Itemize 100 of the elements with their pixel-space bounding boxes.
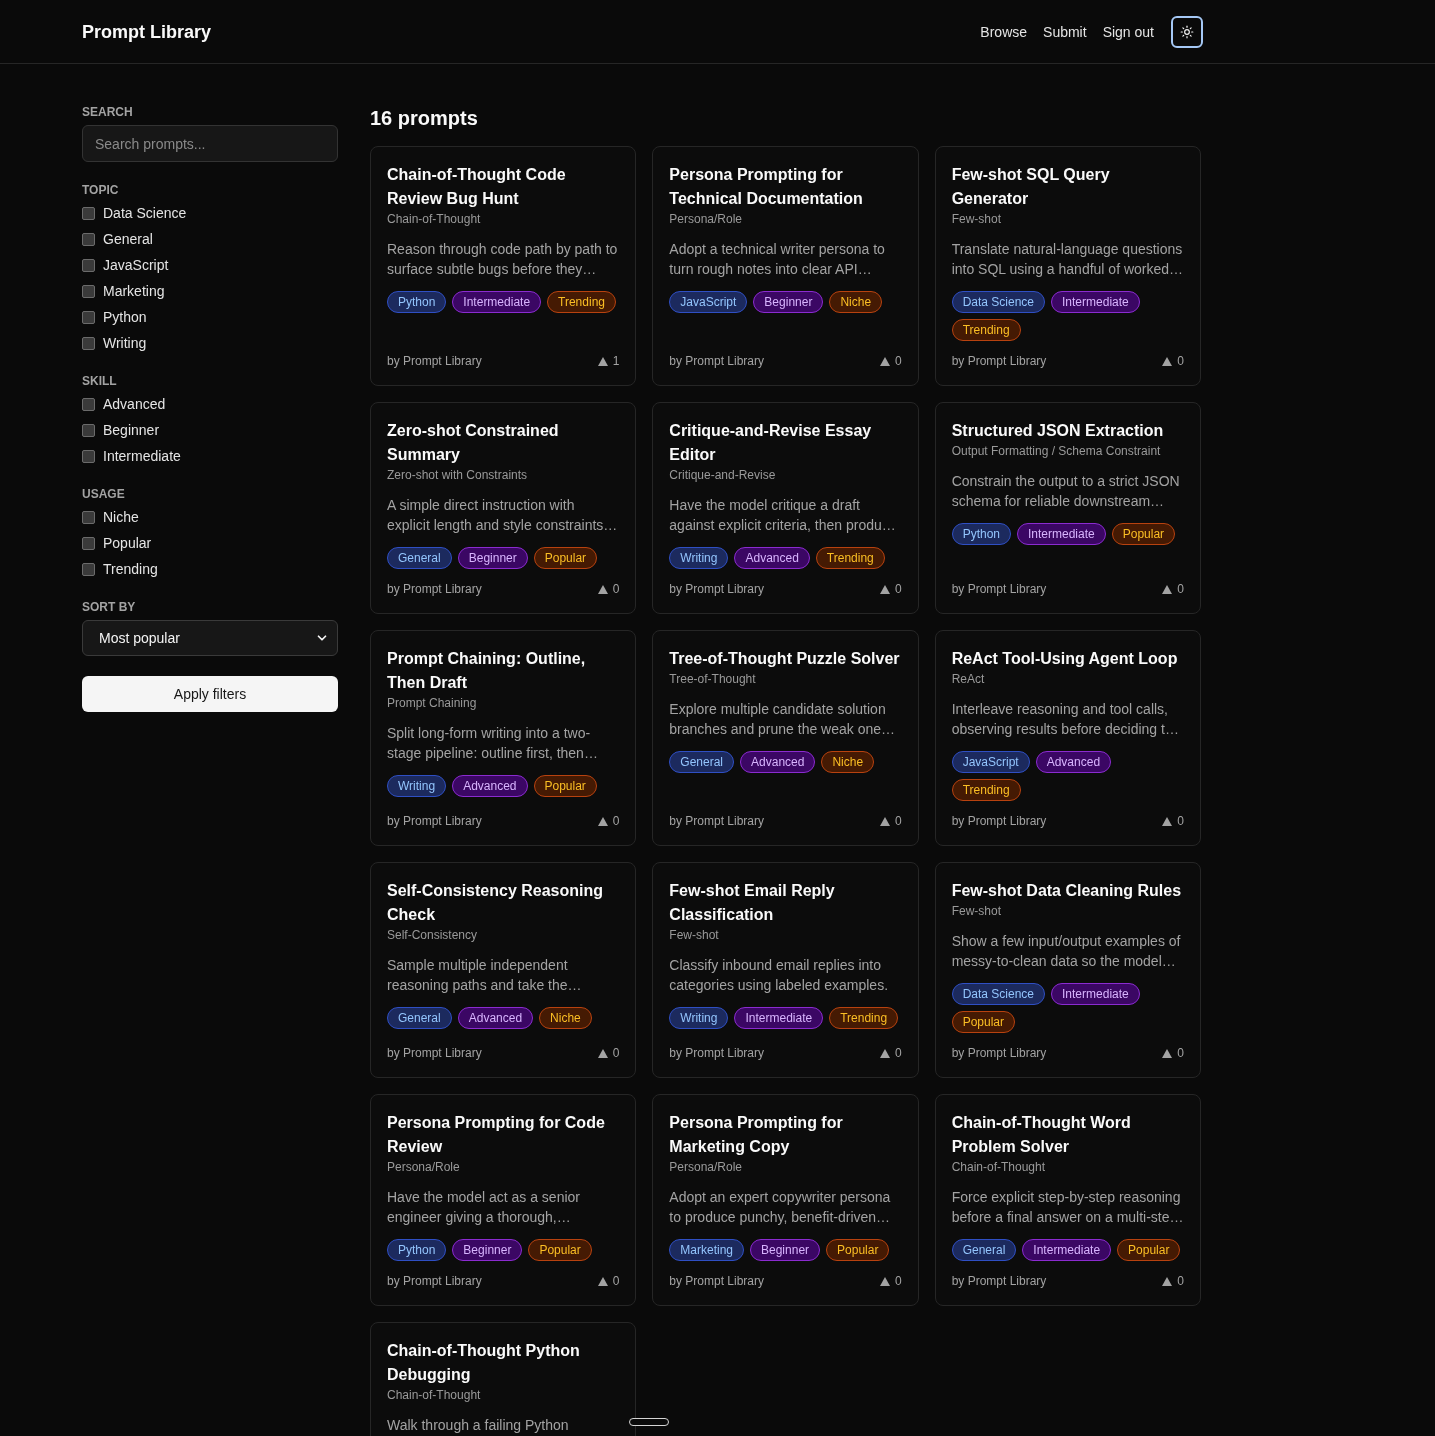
upvote-button[interactable]: 1 <box>597 353 620 369</box>
technique-label: Few-shot <box>951 211 1002 227</box>
skill-tag: Advanced <box>734 547 810 569</box>
checkbox[interactable] <box>82 536 95 550</box>
checkbox-label[interactable]: General <box>103 229 153 249</box>
topic-tag: General <box>387 547 452 569</box>
nav-link[interactable]: Browse <box>980 21 1028 42</box>
section-label: SORT BY <box>82 599 137 615</box>
section-label: USAGE <box>82 486 126 502</box>
prompt-card[interactable]: Chain-of-Thought Word Problem Solver Chain-of-Thought Force explicit step-by-step reasoning before a final answer on a multi-ste… General Intermediate Popular by Prompt Library 0 <box>934 1094 1201 1306</box>
topic-tag: Python <box>387 1239 447 1261</box>
nav-link[interactable]: Sign out <box>1102 21 1154 42</box>
sort-select[interactable]: Most popular <box>82 620 338 656</box>
checkbox-label[interactable]: Popular <box>103 533 152 553</box>
checkbox-label[interactable]: Intermediate <box>103 446 181 466</box>
triangle-up-icon <box>879 584 890 594</box>
triangle-up-icon <box>1162 816 1173 826</box>
prompt-card[interactable]: Critique-and-Revise Essay Editor Critique-and-Revise Have the model critique a draft against explicit criteria, then produ… Writing Advanced Trending by Prompt Library 0 <box>652 402 919 614</box>
prompt-title: ReAct Tool-Using Agent Loop <box>951 649 1179 669</box>
checkbox-label[interactable]: Niche <box>103 507 139 527</box>
prompt-card[interactable]: Self-Consistency Reasoning Check Self-Consistency Sample multiple independent reasoning paths and take the… General Advanced Niche by Prompt Library 0 <box>370 862 637 1078</box>
app-title[interactable]: Prompt Library <box>82 17 212 46</box>
theme-toggle-button[interactable] <box>1171 15 1203 48</box>
upvote-button[interactable]: 0 <box>879 1273 902 1289</box>
prompt-title: Chain-of-Thought Word Problem Solver <box>951 1113 1132 1157</box>
checkbox[interactable] <box>82 310 95 324</box>
prompt-card[interactable]: ReAct Tool-Using Agent Loop ReAct Interleave reasoning and tool calls, observing results before deciding t… JavaScript Advanced Trending by Prompt Library 0 <box>934 630 1201 846</box>
checkbox[interactable] <box>82 232 95 246</box>
technique-label: Self-Consistency <box>387 927 479 943</box>
usage-tag: Niche <box>821 751 875 773</box>
prompt-title: Few-shot Data Cleaning Rules <box>951 881 1183 901</box>
skill-tag: Beginner <box>457 547 528 569</box>
upvote-button[interactable]: 0 <box>1162 353 1184 369</box>
checkbox-label[interactable]: Beginner <box>103 420 160 440</box>
upvote-button[interactable]: 0 <box>1162 1273 1184 1289</box>
checkbox-label[interactable]: Data Science <box>103 203 187 223</box>
technique-label: Output Formatting / Schema Constraint <box>951 443 1162 459</box>
prompt-card[interactable]: Chain-of-Thought Python Debugging Chain-of-Thought Walk through a failing Python <box>370 1322 637 1436</box>
checkbox-label[interactable]: Writing <box>103 333 147 353</box>
checkbox[interactable] <box>82 449 95 463</box>
sun-icon <box>1180 24 1194 39</box>
prompt-card[interactable]: Few-shot Email Reply Classification Few-shot Classify inbound email replies into categories using labeled examples. Writing Intermediate Trending by Prompt Library 0 <box>652 862 919 1078</box>
prompt-title: Persona Prompting for Marketing Copy <box>669 1113 844 1157</box>
prompt-card[interactable]: Tree-of-Thought Puzzle Solver Tree-of-Thought Explore multiple candidate solution branches and prune the weak one… General Advanced Niche by Prompt Library 0 <box>652 630 919 846</box>
prompt-card[interactable]: Persona Prompting for Technical Documentation Persona/Role Adopt a technical writer persona to turn rough notes into clear API… JavaScript Beginner Niche by Prompt Library 0 <box>652 146 919 386</box>
checkbox[interactable] <box>82 397 95 411</box>
upvote-button[interactable]: 0 <box>879 1045 902 1061</box>
upvote-button[interactable]: 0 <box>879 353 902 369</box>
checkbox[interactable] <box>82 510 95 524</box>
checkbox[interactable] <box>82 258 95 272</box>
prompt-card[interactable]: Few-shot SQL Query Generator Few-shot Translate natural-language questions into SQL using a handful of worked… Data Science Intermediate Trending by Prompt Library 0 <box>934 146 1201 386</box>
technique-label: Persona/Role <box>387 1159 461 1175</box>
upvote-button[interactable]: 0 <box>597 1045 620 1061</box>
usage-tag: Trending <box>951 779 1021 801</box>
upvote-button[interactable]: 0 <box>1162 813 1184 829</box>
prompt-description: Adopt an expert copywriter persona to produce punchy, benefit-driven… <box>669 1188 892 1227</box>
prompt-card[interactable]: Chain-of-Thought Code Review Bug Hunt Chain-of-Thought Reason through code path by path to surface subtle bugs before they… Python Intermediate Trending by Prompt Library 1 <box>370 146 637 386</box>
upvote-button[interactable]: 0 <box>879 813 902 829</box>
checkbox-label[interactable]: Python <box>103 307 147 327</box>
triangle-up-icon <box>879 1048 890 1058</box>
checkbox-label[interactable]: Advanced <box>103 394 166 414</box>
upvote-button[interactable]: 0 <box>597 581 620 597</box>
topic-tag: General <box>669 751 735 773</box>
usage-tag: Trending <box>547 291 616 313</box>
technique-label: Critique-and-Revise <box>669 467 777 483</box>
checkbox-label[interactable]: Trending <box>103 559 158 579</box>
prompt-description: Adopt a technical writer persona to turn rough notes into clear API… <box>669 240 886 279</box>
checkbox[interactable] <box>82 206 95 220</box>
prompt-card[interactable]: Structured JSON Extraction Output Formatting / Schema Constraint Constrain the output to a strict JSON schema for reliable downstream… Python Intermediate Popular by Prompt Library 0 <box>934 402 1201 614</box>
prompt-title: Few-shot Email Reply Classification <box>669 881 836 925</box>
upvote-button[interactable]: 0 <box>1162 1045 1184 1061</box>
nav-link[interactable]: Submit <box>1043 21 1087 42</box>
checkbox[interactable] <box>82 336 95 350</box>
skill-tag: Advanced <box>740 751 816 773</box>
prompt-card[interactable]: Few-shot Data Cleaning Rules Few-shot Show a few input/output examples of messy-to-clean data so the model… Data Science Intermediate Popular by Prompt Library 0 <box>934 862 1201 1078</box>
triangle-up-icon <box>879 356 890 366</box>
upvote-button[interactable]: 0 <box>597 813 620 829</box>
skill-tag: Advanced <box>452 775 528 797</box>
upvote-button[interactable]: 0 <box>1162 581 1184 597</box>
apply-filters-button[interactable]: Apply filters <box>82 676 338 712</box>
prompt-card[interactable]: Persona Prompting for Code Review Persona/Role Have the model act as a senior engineer giving a thorough,… Python Beginner Popular by Prompt Library 0 <box>370 1094 637 1306</box>
technique-label: Chain-of-Thought <box>951 1159 1047 1175</box>
checkbox[interactable] <box>82 562 95 576</box>
prompt-card[interactable]: Prompt Chaining: Outline, Then Draft Prompt Chaining Split long-form writing into a two-stage pipeline: outline first, then… Writing Advanced Popular by Prompt Library 0 <box>370 630 637 846</box>
upvote-button[interactable]: 0 <box>879 581 902 597</box>
topic-tag: Writing <box>669 1007 729 1029</box>
prompt-card[interactable]: Zero-shot Constrained Summary Zero-shot with Constraints A simple direct instruction with explicit length and style constraints… General Beginner Popular by Prompt Library 0 <box>370 402 637 614</box>
checkbox[interactable] <box>82 423 95 437</box>
search-field[interactable]: Search prompts... <box>82 125 338 162</box>
prompt-title: Prompt Chaining: Outline, Then Draft <box>387 649 587 693</box>
prompt-title: Tree-of-Thought Puzzle Solver <box>669 649 901 669</box>
checkbox-label[interactable]: Marketing <box>103 281 165 301</box>
technique-label: Tree-of-Thought <box>669 671 757 687</box>
checkbox-label[interactable]: JavaScript <box>103 255 169 275</box>
upvote-button[interactable]: 0 <box>597 1273 620 1289</box>
usage-tag: Popular <box>533 775 597 797</box>
prompt-title: Few-shot SQL Query Generator <box>951 165 1111 209</box>
author-label: by Prompt Library <box>951 1273 1047 1289</box>
prompt-card[interactable]: Persona Prompting for Marketing Copy Persona/Role Adopt an expert copywriter persona to produce punchy, benefit-driven… Marketing Beginner Popular by Prompt Library 0 <box>652 1094 919 1306</box>
checkbox[interactable] <box>82 284 95 298</box>
